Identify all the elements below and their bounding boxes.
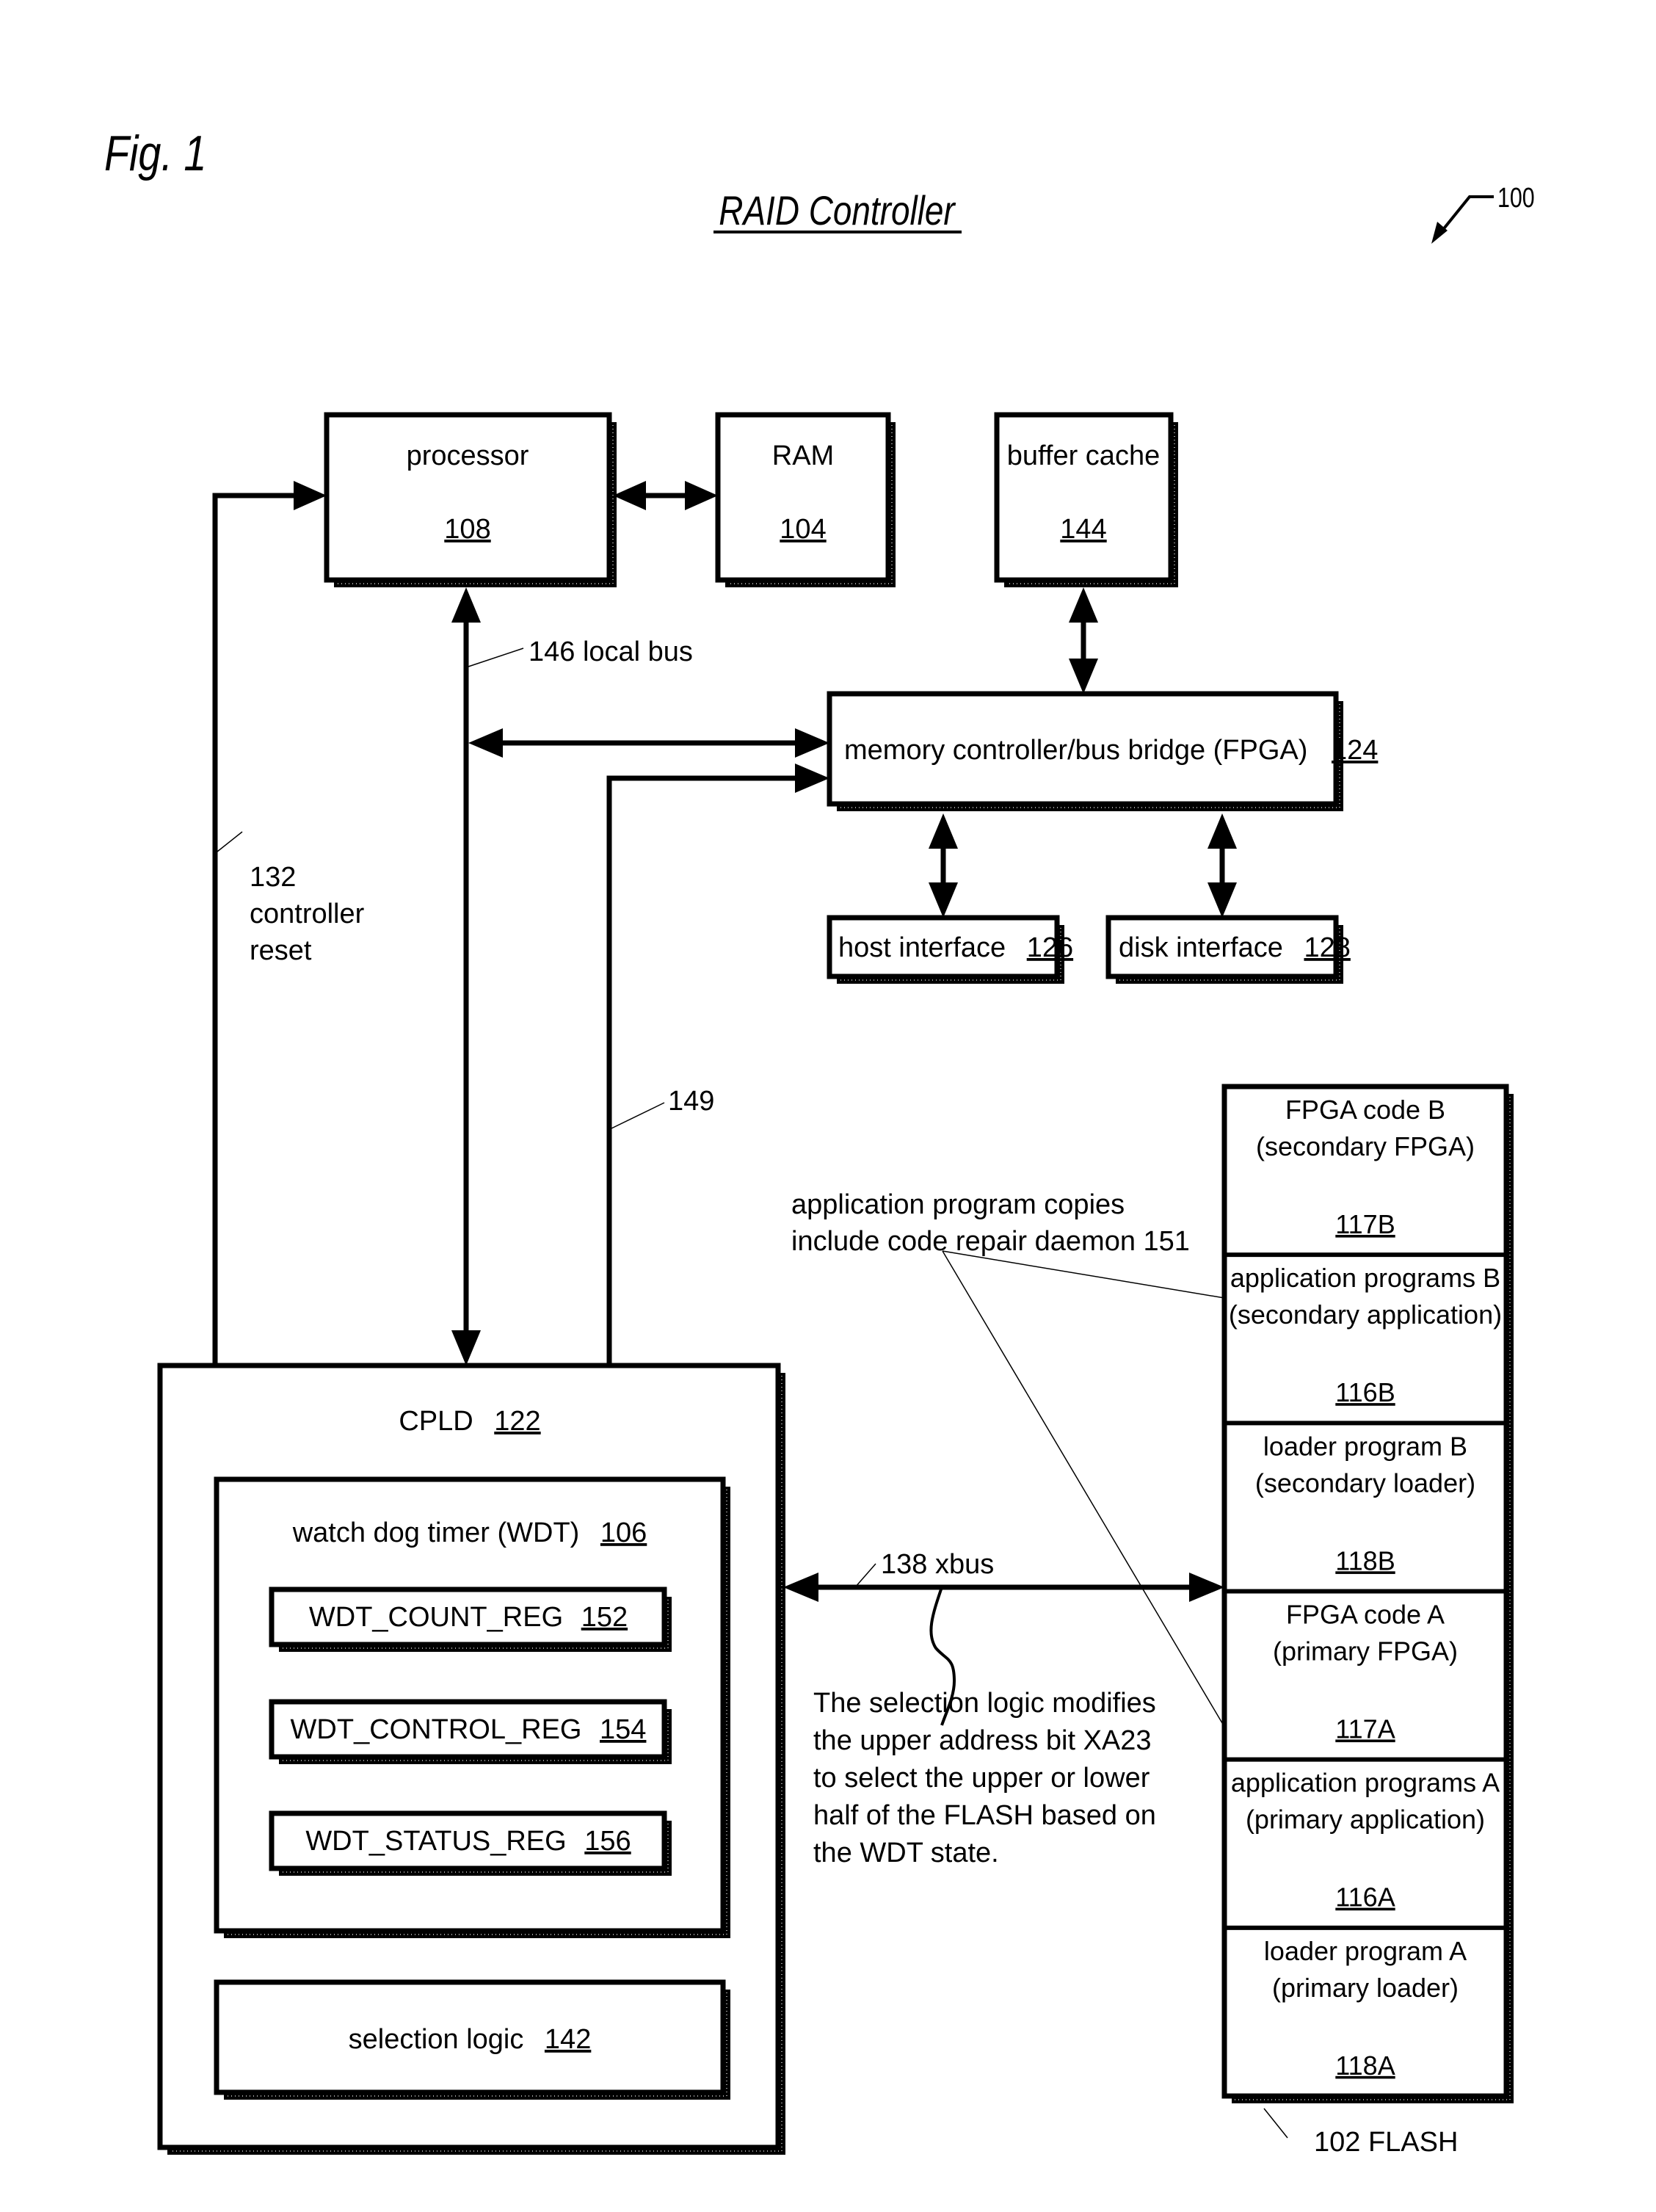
cpld-label: CPLD 122	[399, 1406, 540, 1437]
xbus-left-arrow-icon	[783, 1573, 818, 1602]
line-149[interactable]	[606, 775, 811, 1366]
memctrl-label-text: memory controller/bus bridge (FPGA)	[844, 735, 1307, 766]
wdt-ref: 106	[600, 1517, 647, 1548]
memctrl-ref: 124	[1332, 735, 1378, 766]
flash-label: 102 FLASH	[1314, 2127, 1458, 2158]
processor-ref: 108	[444, 514, 490, 545]
processor-ram-right-arrow-icon	[685, 481, 718, 510]
line-149-arrow-icon	[795, 764, 829, 793]
ref-100-leader	[1437, 195, 1494, 236]
wdt-text: watch dog timer (WDT)	[292, 1517, 580, 1548]
controller-reset-line[interactable]	[212, 493, 308, 1366]
disk-interface-ref: 128	[1304, 932, 1350, 963]
register-ref: 154	[600, 1714, 646, 1745]
flash-section-subtitle: (secondary FPGA)	[1256, 1131, 1475, 1161]
selection-note-line: The selection logic modifies	[813, 1688, 1156, 1719]
buffer-cache-label: buffer cache	[1007, 440, 1160, 471]
xbus-right-arrow-icon	[1189, 1573, 1224, 1602]
flash-section-ref: 118B	[1335, 1545, 1395, 1575]
memctrl-label: memory controller/bus bridge (FPGA) 124	[844, 735, 1378, 766]
daemon-leader-b	[942, 1250, 1225, 1299]
flash-section-ref: 117A	[1335, 1714, 1395, 1744]
register-text: WDT_COUNT_REG	[309, 1602, 563, 1633]
controller-reset-line1: controller	[250, 899, 365, 929]
host-interface-label: host interface 126	[838, 932, 1073, 963]
flash-section-subtitle: (primary FPGA)	[1273, 1636, 1458, 1667]
cpld-text: CPLD	[399, 1406, 473, 1437]
local-bus-annotation: 146 local bus	[529, 637, 693, 667]
memctrl-top-arrow-icon	[1069, 659, 1098, 694]
flash-section-title: FPGA code B	[1285, 1095, 1445, 1125]
line-149-annotation: 149	[668, 1086, 714, 1117]
disk-interface-label: disk interface 128	[1119, 932, 1351, 963]
disk-interface-text: disk interface	[1119, 932, 1283, 963]
xbus-leader	[854, 1563, 876, 1588]
selection-logic-ref: 142	[545, 2024, 591, 2055]
register-ref: 152	[581, 1602, 628, 1633]
cache-up-arrow-icon	[1069, 587, 1098, 623]
cpld-ref: 122	[494, 1406, 540, 1437]
flash-section-title: application programs A	[1231, 1768, 1500, 1798]
selection-note-line: the upper address bit XA23	[813, 1725, 1152, 1756]
host-interface-text: host interface	[838, 932, 1006, 963]
flash-section-title: application programs B	[1230, 1263, 1500, 1293]
flash-section-subtitle: (primary loader)	[1272, 1973, 1459, 2003]
flash-section-title: loader program B	[1263, 1431, 1467, 1461]
memctrl-left-arrow-icon	[795, 728, 829, 758]
controller-reset-ref: 132	[250, 862, 296, 893]
ram-block-outline	[715, 412, 891, 583]
buffer-cache-block-outline	[994, 412, 1174, 583]
local-bus-bottom-arrow-icon	[451, 1330, 481, 1366]
disk-down-arrow-icon	[1208, 882, 1237, 918]
selection-note-line: half of the FLASH based on	[813, 1800, 1156, 1831]
controller-reset-leader	[217, 831, 243, 852]
disk-up-arrow-icon	[1208, 813, 1237, 849]
xbus-annotation: 138 xbus	[881, 1549, 994, 1580]
flash-section-ref: 116B	[1335, 1377, 1395, 1407]
diagram-title: RAID Controller	[719, 188, 956, 233]
processor-block-outline	[324, 412, 612, 583]
flash-section-ref: 117B	[1335, 1209, 1395, 1239]
daemon-leader-a	[942, 1250, 1225, 1727]
flash-section-ref: 116A	[1335, 1882, 1395, 1912]
host-up-arrow-icon	[929, 813, 958, 849]
raid-controller-diagram: Fig. 1 RAID Controller 100 processor 108…	[104, 126, 1535, 2158]
flash-section-subtitle: (secondary loader)	[1255, 1468, 1475, 1498]
flash-section-title: loader program A	[1264, 1936, 1467, 1966]
ram-ref: 104	[780, 514, 826, 545]
line-149-leader	[611, 1102, 665, 1129]
register-ref: 156	[584, 1826, 631, 1857]
ram-label: RAM	[772, 440, 834, 471]
flash-leader	[1263, 2108, 1288, 2139]
selection-logic-label: selection logic 142	[349, 2024, 592, 2055]
ref-100: 100	[1497, 183, 1535, 214]
flash-section-title: FPGA code A	[1286, 1600, 1445, 1630]
host-down-arrow-icon	[929, 882, 958, 918]
register-text: WDT_STATUS_REG	[305, 1826, 566, 1857]
flash-section-subtitle: (secondary application)	[1229, 1299, 1502, 1330]
local-bus-leader	[468, 648, 524, 667]
daemon-note-line1: application program copies	[791, 1189, 1125, 1220]
reset-arrow-icon	[294, 481, 327, 510]
selection-note-line: to select the upper or lower	[813, 1763, 1150, 1794]
local-bus-top-arrow-icon	[451, 587, 481, 623]
controller-reset-line2: reset	[250, 935, 312, 966]
flash-section-subtitle: (primary application)	[1246, 1805, 1485, 1835]
selection-note-line: the WDT state.	[813, 1838, 999, 1868]
selection-logic-text: selection logic	[349, 2024, 524, 2055]
local-bus-left-arrow-icon	[468, 728, 503, 758]
daemon-note-line2: include code repair daemon 151	[791, 1226, 1190, 1257]
register-text: WDT_CONTROL_REG	[291, 1714, 582, 1745]
figure-label: Fig. 1	[104, 126, 206, 181]
processor-label: processor	[407, 440, 529, 471]
host-interface-ref: 126	[1027, 932, 1073, 963]
processor-ram-left-arrow-icon	[613, 481, 646, 510]
flash-section-ref: 118A	[1335, 2050, 1395, 2081]
buffer-cache-ref: 144	[1060, 514, 1106, 545]
